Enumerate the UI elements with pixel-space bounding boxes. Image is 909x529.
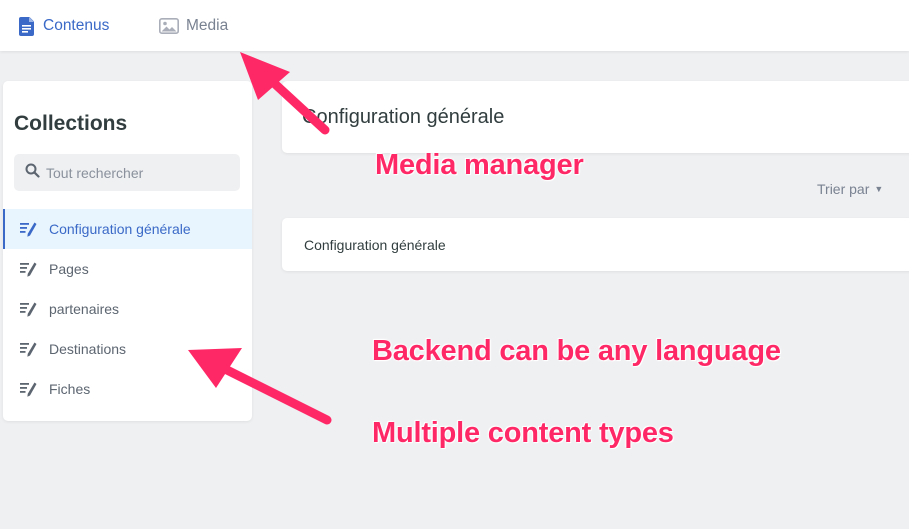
- edit-list-icon: [20, 342, 37, 357]
- search-icon: [25, 163, 40, 183]
- search-input[interactable]: [46, 164, 236, 181]
- annotation-multiple-types: Multiple content types: [372, 417, 674, 449]
- top-navigation-bar: Contenus Media: [0, 0, 909, 51]
- search-box[interactable]: [14, 154, 240, 191]
- nav-media-label: Media: [186, 17, 229, 34]
- collection-item-label: Configuration générale: [49, 221, 191, 237]
- collection-item-label: partenaires: [49, 301, 120, 317]
- annotation-media-manager: Media manager: [375, 149, 584, 181]
- collection-list: Configuration générale Pages partenaires…: [3, 209, 252, 409]
- page-title: Configuration générale: [302, 106, 505, 128]
- collection-item-configuration-generale[interactable]: Configuration générale: [3, 209, 252, 249]
- collection-item-destinations[interactable]: Destinations: [3, 329, 252, 369]
- collection-item-partenaires[interactable]: partenaires: [3, 289, 252, 329]
- collection-item-label: Destinations: [49, 341, 127, 357]
- collection-item-label: Pages: [49, 261, 89, 277]
- edit-list-icon: [20, 302, 37, 317]
- nav-contents-label: Contenus: [43, 17, 110, 34]
- sort-label: Trier par: [817, 181, 870, 197]
- caret-down-icon: ▼: [874, 184, 884, 194]
- collections-title: Collections: [14, 112, 128, 135]
- annotation-backend-language: Backend can be any language: [372, 335, 781, 367]
- edit-list-icon: [20, 262, 37, 277]
- nav-media-link[interactable]: Media: [159, 14, 228, 38]
- collection-item-label: Fiches: [49, 381, 91, 397]
- collections-sidebar: Collections Configuration générale: [3, 81, 252, 421]
- collection-header: Configuration générale: [282, 81, 909, 153]
- sort-dropdown[interactable]: Trier par ▼: [817, 181, 883, 197]
- collection-item-fiches[interactable]: Fiches: [3, 369, 252, 409]
- edit-list-icon: [20, 222, 37, 237]
- nav-contents-link[interactable]: Contenus: [19, 14, 109, 38]
- collection-item-pages[interactable]: Pages: [3, 249, 252, 289]
- entry-title: Configuration générale: [304, 237, 446, 253]
- edit-list-icon: [20, 382, 37, 397]
- image-icon: [159, 18, 179, 34]
- document-icon: [19, 16, 36, 36]
- entry-card[interactable]: Configuration générale: [282, 218, 909, 271]
